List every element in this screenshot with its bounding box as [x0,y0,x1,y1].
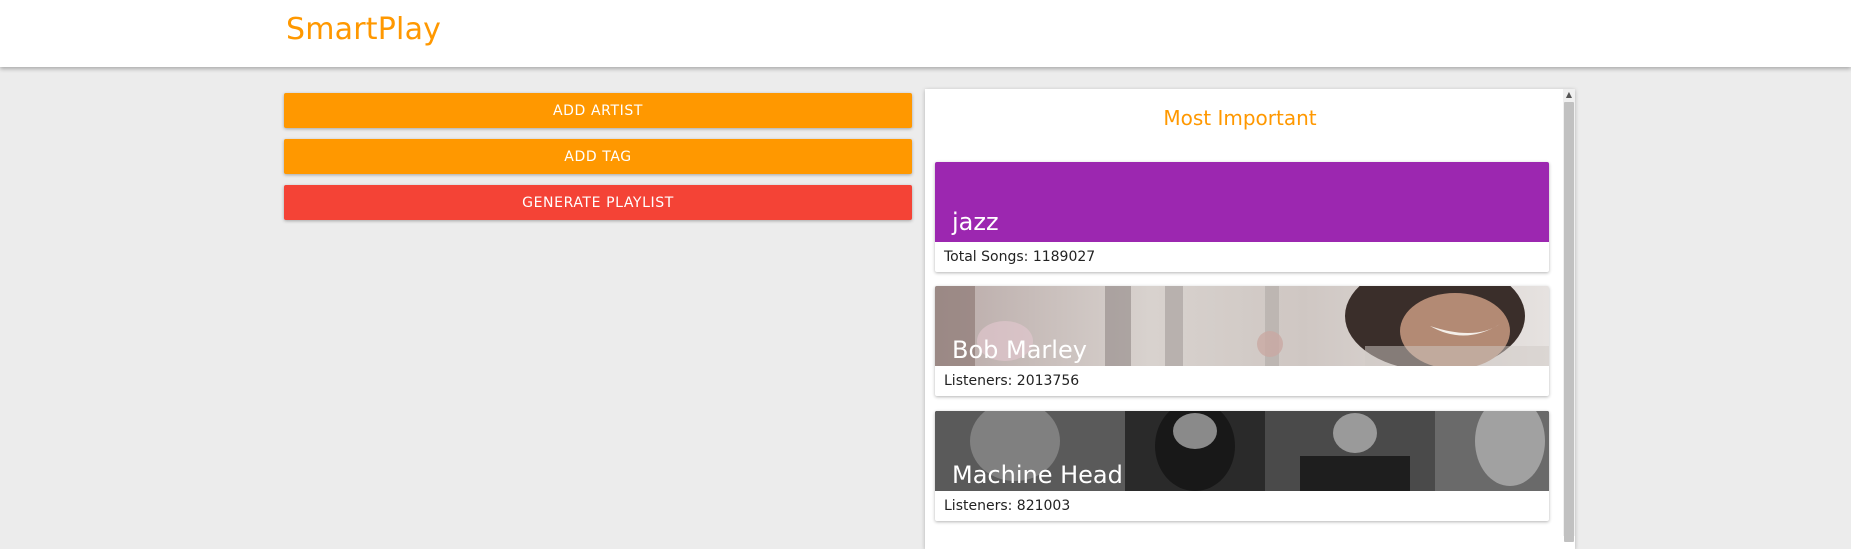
card-subtitle: Listeners: 2013756 [944,373,1080,389]
scroll-up-arrow-icon[interactable]: ▲ [1564,89,1574,101]
card-subtitle: Listeners: 821003 [944,498,1071,514]
panel-scrollbar[interactable]: ▲ [1563,89,1575,542]
add-tag-button[interactable]: ADD TAG [284,139,912,174]
most-important-panel: Most Important jazz Total Songs: 1189027 [925,89,1575,549]
tag-color-banner [935,162,1549,242]
card-title: Bob Marley [952,336,1087,364]
scroll-thumb[interactable] [1564,102,1574,542]
app-header: SmartPlay [0,0,1851,67]
generate-playlist-button[interactable]: GENERATE PLAYLIST [284,185,912,220]
add-artist-button[interactable]: ADD ARTIST [284,93,912,128]
panel-title: Most Important [1163,106,1317,130]
card-title: jazz [952,208,999,236]
tag-card-jazz[interactable]: jazz Total Songs: 1189027 [935,162,1549,272]
artist-card-machine-head[interactable]: Machine Head Listeners: 821003 [935,411,1549,521]
card-title: Machine Head [952,461,1123,489]
artist-card-bob-marley[interactable]: Bob Marley Listeners: 2013756 [935,286,1549,396]
app-brand[interactable]: SmartPlay [286,12,441,47]
card-subtitle: Total Songs: 1189027 [944,249,1096,265]
